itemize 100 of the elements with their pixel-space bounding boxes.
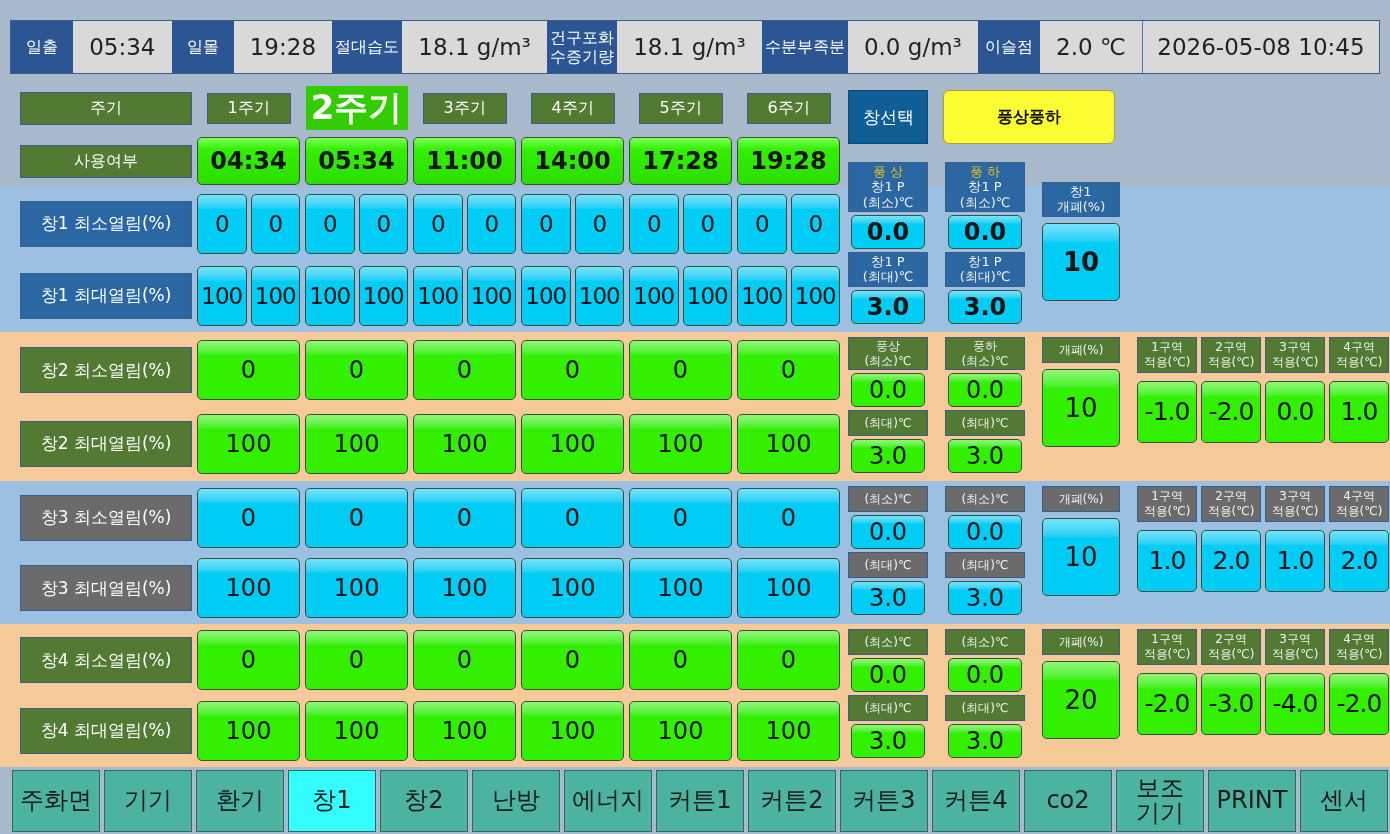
value-button[interactable]: 100 <box>197 558 300 619</box>
value-button[interactable]: 100 <box>197 413 300 474</box>
value-button[interactable]: 100 <box>521 700 624 761</box>
value-button[interactable]: 100 <box>413 413 516 474</box>
value-button[interactable]: 100 <box>629 558 732 619</box>
wind-side-button[interactable]: 풍상풍하 <box>943 90 1115 144</box>
value-button[interactable]: 0 <box>737 340 840 401</box>
value-button[interactable]: 0 <box>197 340 300 401</box>
value-button[interactable]: 0.0 <box>948 372 1022 407</box>
value-button[interactable]: 3.0 <box>948 438 1022 473</box>
value-button[interactable]: 100 <box>737 558 840 619</box>
value-button[interactable]: 0 <box>629 630 732 691</box>
value-button[interactable]: 0.0 <box>851 658 925 693</box>
nav-tab[interactable]: 커튼3 <box>840 770 928 832</box>
value-button[interactable]: 100 <box>629 265 679 326</box>
value-button[interactable]: 3.0 <box>948 289 1022 324</box>
value-button[interactable]: 100 <box>629 413 732 474</box>
nav-tab[interactable]: 주화면 <box>12 770 100 832</box>
value-button[interactable]: 100 <box>413 265 463 326</box>
value-button[interactable]: 100 <box>358 265 408 326</box>
value-button[interactable]: 0 <box>466 193 516 254</box>
value-button[interactable]: 0 <box>305 340 408 401</box>
value-button[interactable]: 0.0 <box>851 215 925 249</box>
value-button[interactable]: 100 <box>790 265 840 326</box>
time-button[interactable]: 14:00 <box>521 137 624 185</box>
opening-button[interactable]: 10 <box>1042 518 1120 597</box>
nav-tab[interactable]: 난방 <box>472 770 560 832</box>
time-button[interactable]: 05:34 <box>305 137 408 185</box>
value-button[interactable]: 100 <box>737 700 840 761</box>
nav-tab[interactable]: 환기 <box>196 770 284 832</box>
value-button[interactable]: 0 <box>305 630 408 691</box>
nav-tab[interactable]: 커튼2 <box>748 770 836 832</box>
value-button[interactable]: 100 <box>682 265 732 326</box>
value-button[interactable]: 100 <box>250 265 300 326</box>
value-button[interactable]: 0 <box>790 193 840 254</box>
zone-button[interactable]: 0.0 <box>1265 380 1325 443</box>
zone-button[interactable]: 1.0 <box>1329 380 1389 443</box>
value-button[interactable]: 0.0 <box>851 372 925 407</box>
value-button[interactable]: 3.0 <box>948 581 1022 616</box>
value-button[interactable]: 0 <box>521 487 624 548</box>
nav-tab[interactable]: 에너지 <box>564 770 652 832</box>
value-button[interactable]: 100 <box>521 558 624 619</box>
value-button[interactable]: 0 <box>413 340 516 401</box>
time-button[interactable]: 19:28 <box>737 137 840 185</box>
value-button[interactable]: 0 <box>197 487 300 548</box>
value-button[interactable]: 0 <box>413 487 516 548</box>
value-button[interactable]: 0 <box>358 193 408 254</box>
value-button[interactable]: 100 <box>305 413 408 474</box>
nav-tab[interactable]: 창1 <box>288 770 376 832</box>
value-button[interactable]: 0.0 <box>948 515 1022 550</box>
value-button[interactable]: 100 <box>197 700 300 761</box>
value-button[interactable]: 100 <box>305 558 408 619</box>
value-button[interactable]: 3.0 <box>851 438 925 473</box>
value-button[interactable]: 0 <box>197 630 300 691</box>
value-button[interactable]: 100 <box>413 558 516 619</box>
zone-button[interactable]: -2.0 <box>1329 672 1389 735</box>
value-button[interactable]: 0.0 <box>948 658 1022 693</box>
value-button[interactable]: 0 <box>629 340 732 401</box>
opening-button[interactable]: 20 <box>1042 661 1120 740</box>
value-button[interactable]: 0 <box>737 193 787 254</box>
value-button[interactable]: 0 <box>574 193 624 254</box>
zone-button[interactable]: -4.0 <box>1265 672 1325 735</box>
time-button[interactable]: 11:00 <box>413 137 516 185</box>
value-button[interactable]: 0 <box>413 630 516 691</box>
value-button[interactable]: 0 <box>629 487 732 548</box>
value-button[interactable]: 0 <box>305 193 355 254</box>
value-button[interactable]: 3.0 <box>851 724 925 759</box>
value-button[interactable]: 0 <box>629 193 679 254</box>
zone-button[interactable]: -1.0 <box>1137 380 1197 443</box>
nav-tab[interactable]: 보조 기기 <box>1116 770 1204 832</box>
zone-button[interactable]: 1.0 <box>1137 529 1197 592</box>
value-button[interactable]: 3.0 <box>851 581 925 616</box>
time-button[interactable]: 17:28 <box>629 137 732 185</box>
value-button[interactable]: 100 <box>737 413 840 474</box>
value-button[interactable]: 0 <box>413 193 463 254</box>
value-button[interactable]: 100 <box>521 265 571 326</box>
value-button[interactable]: 0 <box>521 630 624 691</box>
value-button[interactable]: 0 <box>305 487 408 548</box>
zone-button[interactable]: -2.0 <box>1201 380 1261 443</box>
value-button[interactable]: 100 <box>466 265 516 326</box>
value-button[interactable]: 3.0 <box>851 289 925 324</box>
value-button[interactable]: 0 <box>737 487 840 548</box>
value-button[interactable]: 100 <box>521 413 624 474</box>
value-button[interactable]: 0 <box>250 193 300 254</box>
value-button[interactable]: 0 <box>521 340 624 401</box>
time-button[interactable]: 04:34 <box>197 137 300 185</box>
zone-button[interactable]: 1.0 <box>1265 529 1325 592</box>
value-button[interactable]: 0 <box>521 193 571 254</box>
value-button[interactable]: 100 <box>737 265 787 326</box>
value-button[interactable]: 0.0 <box>851 515 925 550</box>
value-button[interactable]: 3.0 <box>948 724 1022 759</box>
value-button[interactable]: 100 <box>197 265 247 326</box>
value-button[interactable]: 100 <box>413 700 516 761</box>
value-button[interactable]: 100 <box>305 265 355 326</box>
opening-button[interactable]: 10 <box>1042 369 1120 448</box>
nav-tab[interactable]: 센서 <box>1300 770 1388 832</box>
value-button[interactable]: 100 <box>629 700 732 761</box>
zone-button[interactable]: -2.0 <box>1137 672 1197 735</box>
nav-tab[interactable]: 기기 <box>104 770 192 832</box>
value-button[interactable]: 0 <box>682 193 732 254</box>
